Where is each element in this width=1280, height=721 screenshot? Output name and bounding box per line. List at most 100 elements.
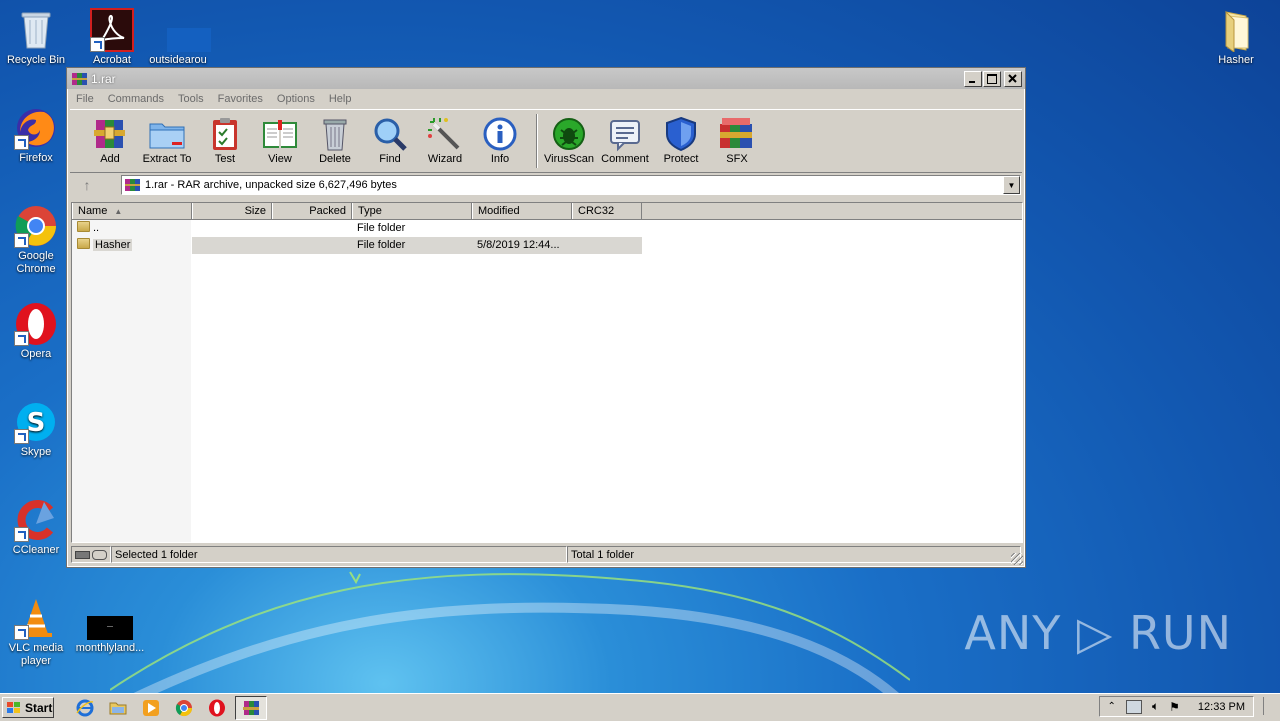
desktop-icon-acrobat[interactable]: Acrobat	[77, 8, 147, 67]
wizard-button[interactable]: Wizard	[418, 110, 472, 170]
desktop-icon-recycle-bin[interactable]: Recycle Bin	[1, 8, 71, 67]
column-size[interactable]: Size	[192, 203, 272, 219]
winrar-app-icon	[243, 700, 259, 715]
arrow-up-icon: ↑	[83, 177, 91, 193]
book-icon	[263, 120, 297, 148]
system-tray: ⌃ 🔈︎ ⚑ 12:33 PM	[1098, 696, 1254, 717]
maximize-icon	[987, 73, 997, 84]
toolbar: Add Extract To Test View Delete Find Wiz…	[70, 109, 1022, 173]
toolbar-separator	[536, 114, 538, 168]
taskbar-chrome[interactable]	[169, 697, 199, 719]
shortcut-arrow-icon	[90, 37, 105, 52]
address-text: 1.rar - RAR archive, unpacked size 6,627…	[145, 179, 397, 191]
taskbar-explorer[interactable]	[103, 697, 133, 719]
folder-extract-icon	[149, 123, 185, 149]
desktop-icon-skype[interactable]: S Skype	[1, 400, 71, 459]
chevron-down-icon: ▼	[1007, 180, 1016, 190]
minimize-button[interactable]	[964, 70, 982, 87]
file-thumbnail-icon	[87, 616, 133, 640]
column-packed[interactable]: Packed	[272, 203, 352, 219]
table-row[interactable]: Hasher File folder 5/8/2019 12:44...	[72, 237, 1022, 254]
action-center-flag-icon[interactable]: ⚑	[1169, 700, 1180, 714]
windows-logo-icon	[7, 701, 20, 713]
taskbar-winrar[interactable]	[235, 695, 267, 720]
winrar-add-icon	[94, 120, 125, 148]
menu-commands[interactable]: Commands	[101, 93, 171, 105]
show-desktop-button[interactable]	[1263, 697, 1278, 715]
desktop-icon-firefox[interactable]: Firefox	[1, 106, 71, 165]
column-modified[interactable]: Modified	[472, 203, 572, 219]
add-button[interactable]: Add	[84, 110, 136, 170]
view-button[interactable]: View	[252, 110, 308, 170]
desktop-icon-outsidearou[interactable]: outsidearou	[143, 8, 213, 67]
drive-icon	[75, 550, 90, 559]
sfx-button[interactable]: SFX	[706, 110, 768, 170]
name-column-shade	[72, 220, 191, 542]
folder-icon	[77, 221, 90, 232]
file-list[interactable]: Name ▲ Size Packed Type Modified CRC32 .…	[71, 202, 1023, 543]
magic-wand-icon	[428, 118, 460, 150]
winrar-window: 1.rar File Commands Tools Favorites Opti…	[66, 67, 1026, 568]
magnifier-icon	[374, 118, 407, 151]
status-icons	[71, 546, 111, 563]
menu-tools[interactable]: Tools	[171, 93, 211, 105]
menu-favorites[interactable]: Favorites	[211, 93, 270, 105]
resize-grip[interactable]	[1011, 553, 1023, 565]
taskbar-opera[interactable]	[202, 697, 232, 719]
desktop-icon-ccleaner[interactable]: CCleaner	[1, 498, 71, 557]
chrome-icon	[175, 699, 193, 716]
folder-icon	[77, 238, 90, 249]
key-icon	[92, 549, 107, 560]
status-bar: Selected 1 folder Total 1 folder	[71, 546, 1021, 563]
close-icon	[1008, 73, 1017, 83]
column-crc32[interactable]: CRC32	[572, 203, 642, 219]
menu-bar: File Commands Tools Favorites Options He…	[67, 89, 1025, 109]
start-button[interactable]: Start	[2, 697, 54, 718]
volume-icon[interactable]: 🔈︎	[1152, 699, 1159, 714]
title-bar[interactable]: 1.rar	[67, 68, 1025, 89]
shield-icon	[666, 116, 696, 152]
delete-button[interactable]: Delete	[308, 110, 362, 170]
column-name[interactable]: Name ▲	[72, 203, 192, 219]
menu-help[interactable]: Help	[322, 93, 359, 105]
menu-file[interactable]: File	[69, 93, 101, 105]
info-icon	[483, 117, 517, 151]
column-type[interactable]: Type	[352, 203, 472, 219]
menu-options[interactable]: Options	[270, 93, 322, 105]
address-field[interactable]: 1.rar - RAR archive, unpacked size 6,627…	[121, 175, 1021, 195]
desktop-icon-hasher[interactable]: Hasher	[1201, 8, 1271, 67]
desktop-icon-google-chrome[interactable]: Google Chrome	[1, 204, 71, 276]
recycle-bin-icon	[21, 12, 51, 49]
status-selection: Selected 1 folder	[111, 546, 567, 563]
virusscan-button[interactable]: VirusScan	[544, 110, 594, 170]
up-one-level-button[interactable]: ↑	[73, 175, 101, 195]
address-dropdown-button[interactable]: ▼	[1003, 176, 1020, 194]
clock[interactable]: 12:33 PM	[1198, 701, 1245, 713]
window-title: 1.rar	[91, 71, 116, 86]
anyrun-watermark: ANY ▷ RUN	[964, 606, 1232, 660]
taskbar-media-player[interactable]	[136, 697, 166, 719]
desktop-icon-monthlyland[interactable]: monthlyland...	[75, 612, 145, 655]
maximize-button[interactable]	[983, 70, 1001, 87]
test-button[interactable]: Test	[198, 110, 252, 170]
sfx-boxes-icon	[720, 118, 752, 148]
shortcut-arrow-icon	[14, 331, 29, 346]
protect-button[interactable]: Protect	[656, 110, 706, 170]
desktop-icon-vlc[interactable]: VLC media player	[1, 596, 71, 668]
taskbar-internet-explorer[interactable]	[70, 697, 100, 719]
internet-explorer-icon	[76, 699, 94, 716]
svg-text:S: S	[27, 408, 46, 438]
table-row[interactable]: .. File folder	[72, 220, 1022, 237]
comment-button[interactable]: Comment	[594, 110, 656, 170]
extract-to-button[interactable]: Extract To	[136, 110, 198, 170]
taskbar: Start ⌃ 🔈︎ ⚑ 12:33 PM	[0, 693, 1280, 721]
network-icon[interactable]	[1125, 699, 1142, 714]
info-button[interactable]: Info	[472, 110, 528, 170]
desktop-icon-opera[interactable]: Opera	[1, 302, 71, 361]
winrar-app-icon	[72, 72, 87, 85]
folder-icon	[109, 702, 127, 714]
show-hidden-icons-icon[interactable]: ⌃	[1108, 701, 1116, 712]
find-button[interactable]: Find	[362, 110, 418, 170]
close-button[interactable]	[1004, 70, 1022, 87]
status-total: Total 1 folder	[567, 546, 1021, 563]
